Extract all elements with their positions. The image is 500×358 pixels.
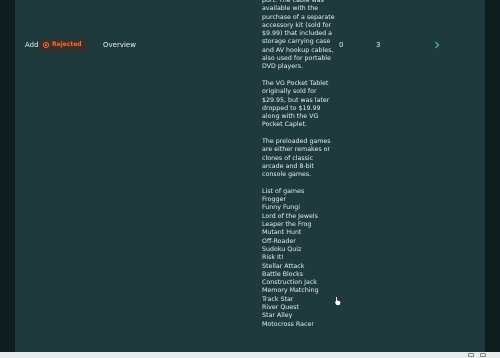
description-line: The VG Pocket Tablet: [262, 79, 329, 87]
bottom-status-bar: [0, 352, 500, 358]
description-line: dropped to $19.99: [262, 104, 321, 112]
tray-icon[interactable]: [480, 353, 486, 357]
description-line: Star Alley: [262, 312, 293, 320]
description-line: also used for portable: [262, 55, 331, 63]
description-line: Leaper the Frog: [262, 221, 312, 229]
description-line: and AV hookup cables,: [262, 46, 334, 54]
chevron-right-icon[interactable]: [432, 40, 442, 50]
description-line: Risk It!: [262, 254, 284, 262]
description-line: Motocross Racer: [262, 320, 314, 328]
description-line: Track Star: [262, 295, 294, 303]
description-line: Funny Fungi: [262, 204, 300, 212]
description-line: $9.99) that included a: [262, 30, 332, 38]
description-cell: port. The cable was available with the pur…: [262, 0, 357, 352]
hand-cursor-icon: [334, 296, 341, 306]
description-line: are either remakes or: [262, 146, 331, 154]
description-line: $29.95, but was later: [262, 96, 330, 104]
description-line: accessory kit (sold for: [262, 21, 332, 29]
tray-icon[interactable]: [468, 353, 474, 357]
status-badge: Rejected: [39, 39, 87, 51]
description-line: List of games: [262, 187, 305, 195]
description-line: Off-Roader: [262, 237, 296, 245]
description-line: along with the VG: [262, 113, 319, 121]
description-line: Mutant Hunt: [262, 229, 302, 237]
description-line: Frogger: [262, 196, 286, 204]
section-cell: Overview: [103, 41, 136, 49]
description-line: DVD players.: [262, 63, 303, 71]
description-line: arcade and 8-bit: [262, 162, 314, 170]
description-line: The preloaded games: [262, 138, 331, 146]
description-line: Construction Jack: [262, 279, 317, 287]
table-panel: [15, 0, 485, 352]
count-cell-b: 3: [376, 41, 381, 49]
description-line: Lord of the Jewels: [262, 212, 318, 220]
description-line: Battle Blocks: [262, 270, 304, 278]
description-line: purchase of a separate: [262, 13, 335, 21]
description-line: River Quest: [262, 303, 299, 311]
page-margin-left: [0, 0, 15, 358]
description-line: Stellar Attack: [262, 262, 305, 270]
description-line: console games.: [262, 171, 312, 179]
description-line: Pocket Caplet.: [262, 121, 308, 129]
action-cell: Add: [25, 41, 39, 49]
description-line: originally sold for: [262, 88, 317, 96]
rejected-status-icon: [43, 42, 49, 48]
description-line: Memory Matching: [262, 287, 319, 295]
description-line: available with the: [262, 5, 319, 13]
page-margin-right: [485, 0, 500, 358]
status-badge-label: Rejected: [52, 41, 82, 48]
description-line: clones of classic: [262, 154, 314, 162]
description-line: storage carrying case: [262, 38, 331, 46]
description-line: Sudoku Quiz: [262, 245, 302, 253]
